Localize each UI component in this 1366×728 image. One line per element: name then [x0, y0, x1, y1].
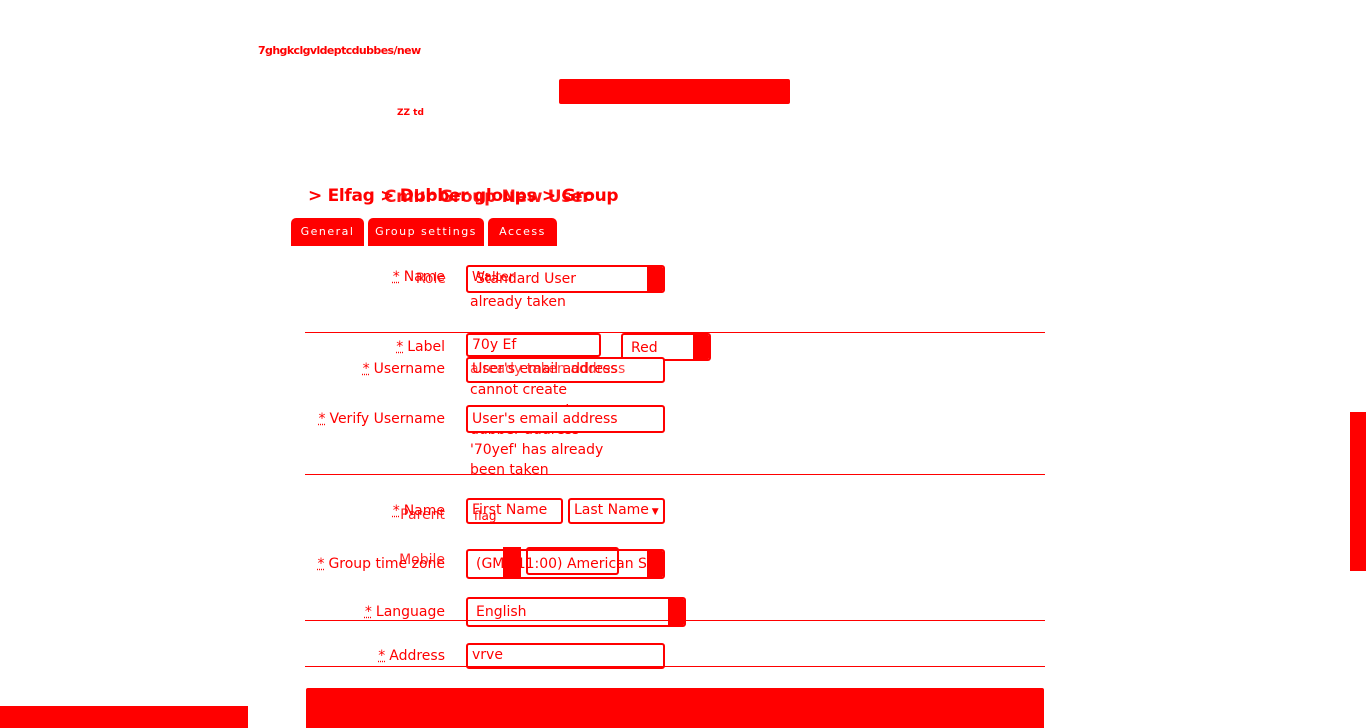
verify-username-input[interactable]: User's email address	[466, 405, 665, 433]
language-label: * Language	[364, 604, 445, 620]
parent-label: Parent	[400, 507, 445, 523]
tab-general[interactable]: General	[291, 218, 364, 246]
timezone-dropdown-button[interactable]	[647, 551, 663, 577]
header-small-text: ZZ td	[397, 108, 424, 118]
username-label: * Username	[362, 361, 445, 377]
mobile-country-button[interactable]	[503, 547, 521, 577]
footer-action-bar[interactable]	[306, 688, 1044, 728]
role-label: Role	[415, 271, 446, 287]
header-bar[interactable]	[559, 79, 790, 104]
verify-error-1: '70yef' has already	[470, 442, 604, 458]
divider	[305, 666, 1045, 667]
language-dropdown-button[interactable]	[668, 599, 684, 625]
label-input[interactable]: 70y Ef	[466, 333, 601, 357]
timezone-label: * Group time zone	[317, 556, 445, 572]
url-text: 7ghgkclgvldeptcdubbes/new	[258, 44, 421, 57]
parent-value: flag	[474, 509, 497, 523]
page-title: Cmbr Group New User	[384, 187, 591, 207]
divider	[305, 474, 1045, 475]
language-select[interactable]: English	[466, 597, 686, 627]
address-label: * Address	[378, 648, 445, 664]
divider	[305, 620, 1045, 621]
mobile-input[interactable]	[526, 547, 619, 575]
color-dropdown-button[interactable]	[693, 335, 709, 359]
role-dropdown-button[interactable]	[647, 267, 663, 291]
chevron-down-icon: ▼	[648, 507, 659, 517]
name-error: already taken	[470, 294, 566, 310]
tab-group-settings[interactable]: Group settings	[368, 218, 484, 246]
verify-username-label: * Verify Username	[318, 411, 445, 427]
label-label: * Label	[396, 339, 445, 355]
name-value: Walter	[472, 270, 515, 285]
last-name-input[interactable]: Last Name ▼	[568, 498, 665, 524]
username-error-1: cannot create	[470, 382, 567, 398]
vertical-scrollbar[interactable]	[1350, 412, 1366, 571]
username-overlay-text: already taken address	[470, 361, 626, 377]
status-bar	[0, 706, 248, 728]
tab-access[interactable]: Access	[488, 218, 557, 246]
verify-error-2: been taken	[470, 462, 549, 478]
